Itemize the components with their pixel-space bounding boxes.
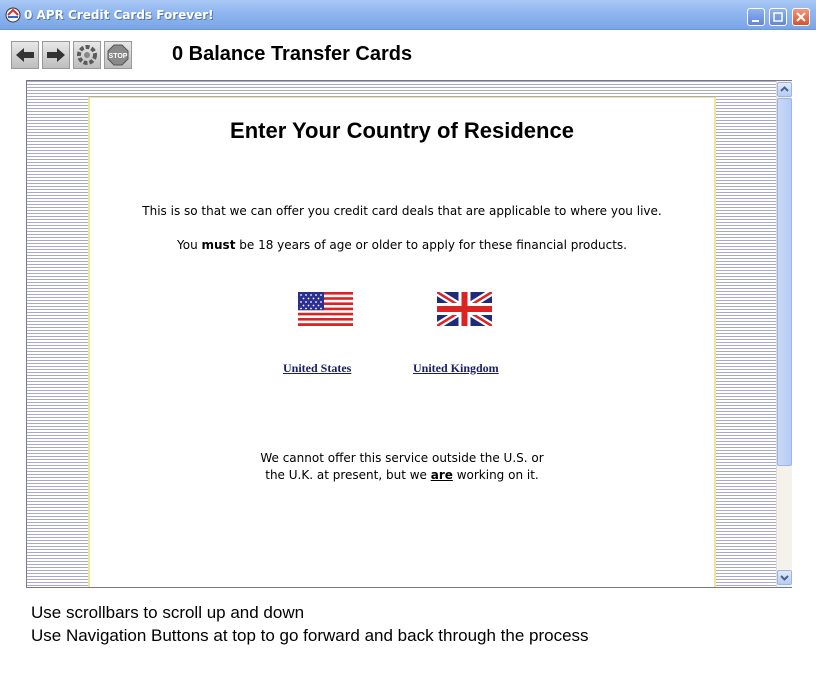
minimize-button[interactable] [747, 8, 765, 26]
uk-flag-icon[interactable] [437, 292, 492, 326]
chevron-down-icon [780, 575, 789, 581]
refresh-icon [77, 45, 97, 65]
arrow-right-icon [47, 48, 65, 62]
back-button[interactable] [11, 41, 39, 69]
maximize-button[interactable] [769, 8, 787, 26]
toolbar-title: 0 Balance Transfer Cards [172, 43, 413, 65]
stop-button[interactable]: STOP [104, 41, 132, 69]
age-requirement-text: You must be 18 years of age or older to … [177, 238, 627, 252]
svg-text:STOP: STOP [109, 53, 128, 60]
us-flag-icon[interactable] [298, 292, 353, 326]
chevron-up-icon [780, 86, 789, 92]
app-icon [5, 7, 21, 23]
content-frame: Enter Your Country of Residence This is … [26, 80, 792, 588]
instruction-navigation: Use Navigation Buttons at top to go forw… [31, 626, 589, 645]
instructions: Use scrollbars to scroll up and down Use… [31, 601, 589, 647]
title-bar: 0 APR Credit Cards Forever! [0, 0, 816, 30]
scroll-up-button[interactable] [777, 82, 792, 97]
minimize-icon [752, 20, 759, 22]
stop-icon: STOP [107, 44, 129, 66]
country-link-united-kingdom[interactable]: United Kingdom [413, 361, 499, 376]
country-link-united-states[interactable]: United States [283, 361, 351, 376]
scroll-thumb[interactable] [777, 98, 792, 466]
service-notice: We cannot offer this service outside the… [260, 451, 544, 482]
refresh-button[interactable] [73, 41, 101, 69]
vertical-scrollbar[interactable] [776, 81, 792, 587]
instruction-scroll: Use scrollbars to scroll up and down [31, 603, 305, 622]
content-page: Enter Your Country of Residence This is … [88, 97, 716, 587]
page-heading: Enter Your Country of Residence [230, 118, 574, 143]
intro-text: This is so that we can offer you credit … [142, 204, 662, 218]
forward-button[interactable] [42, 41, 70, 69]
window-title: 0 APR Credit Cards Forever! [24, 8, 214, 22]
scroll-down-button[interactable] [777, 570, 792, 585]
close-button[interactable] [792, 8, 810, 26]
maximize-icon [773, 12, 783, 22]
arrow-left-icon [16, 48, 34, 62]
close-icon [796, 12, 806, 22]
